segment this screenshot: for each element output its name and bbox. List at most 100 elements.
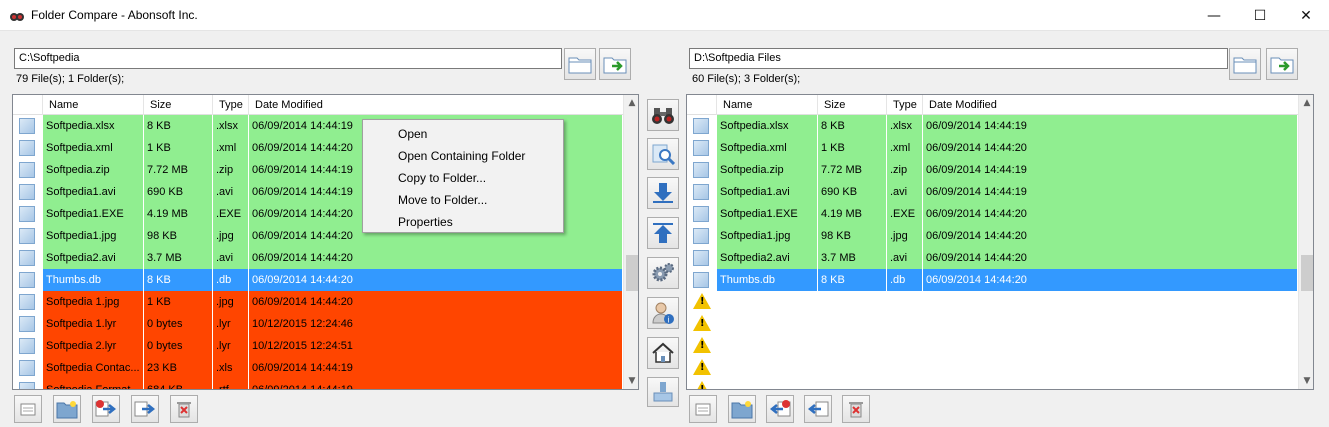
cell-name: Softpedia1.EXE bbox=[43, 203, 144, 225]
row-icon-cell bbox=[13, 335, 43, 357]
header-type[interactable]: Type bbox=[213, 95, 249, 115]
left-vertical-scrollbar[interactable]: ▲ ▼ bbox=[623, 95, 638, 389]
cell-date: 06/09/2014 14:44:20 bbox=[249, 269, 623, 291]
cell-size: 3.7 MB bbox=[144, 247, 213, 269]
cell-type: .avi bbox=[887, 181, 923, 203]
close-button[interactable]: ✕ bbox=[1283, 0, 1329, 31]
menu-item-open[interactable]: Open bbox=[363, 122, 563, 144]
row-icon-cell bbox=[687, 247, 717, 269]
table-row[interactable] bbox=[687, 313, 1298, 335]
file-icon bbox=[693, 118, 709, 134]
table-row[interactable]: Softpedia 1.lyr 0 bytes .lyr 10/12/2015 12:… bbox=[13, 313, 623, 335]
header-name[interactable]: Name bbox=[43, 95, 144, 115]
table-row[interactable]: Softpedia 1.jpg 1 KB .jpg 06/09/2014 14:44:… bbox=[13, 291, 623, 313]
right-copy-delete-button[interactable] bbox=[766, 395, 794, 423]
table-row[interactable]: Thumbs.db 8 KB .db 06/09/2014 14:44:20 bbox=[687, 269, 1298, 291]
left-copy-button[interactable] bbox=[131, 395, 159, 423]
table-row[interactable]: Softpedia.xml 1 KB .xml 06/09/2014 14:44:20 bbox=[687, 137, 1298, 159]
table-row[interactable]: Softpedia Format... 684 KB .rtf 06/09/2014 … bbox=[13, 379, 623, 389]
left-new-folder-button[interactable] bbox=[53, 395, 81, 423]
row-icon-cell bbox=[13, 137, 43, 159]
move-up-button[interactable] bbox=[647, 217, 679, 249]
right-go-folder-button[interactable] bbox=[1266, 48, 1298, 80]
right-delete-button[interactable] bbox=[842, 395, 870, 423]
file-icon bbox=[693, 140, 709, 156]
new-folder-icon bbox=[731, 401, 753, 419]
row-icon-cell bbox=[13, 247, 43, 269]
row-icon-cell bbox=[13, 269, 43, 291]
right-vertical-scrollbar[interactable]: ▲ ▼ bbox=[1298, 95, 1313, 389]
left-view-file-button[interactable] bbox=[14, 395, 42, 423]
right-new-folder-button[interactable] bbox=[728, 395, 756, 423]
table-row[interactable]: Thumbs.db 8 KB .db 06/09/2014 14:44:20 bbox=[13, 269, 623, 291]
cell-size: 0 bytes bbox=[144, 335, 213, 357]
header-size[interactable]: Size bbox=[144, 95, 213, 115]
menu-item-properties[interactable]: Properties bbox=[363, 210, 563, 232]
table-row[interactable]: Softpedia Contac... 23 KB .xls 06/09/2014 1… bbox=[13, 357, 623, 379]
find-button[interactable] bbox=[647, 138, 679, 170]
warning-icon bbox=[693, 359, 711, 375]
header-date-modified[interactable]: Date Modified bbox=[923, 95, 1298, 115]
left-delete-button[interactable] bbox=[170, 395, 198, 423]
cell-date: 06/09/2014 14:44:20 bbox=[923, 225, 1298, 247]
scroll-thumb[interactable] bbox=[1301, 255, 1313, 291]
left-path-input[interactable]: C:\Softpedia bbox=[14, 48, 562, 69]
scroll-down-arrow[interactable]: ▼ bbox=[1299, 373, 1313, 389]
left-copy-delete-button[interactable] bbox=[92, 395, 120, 423]
table-row[interactable] bbox=[687, 335, 1298, 357]
cell-type: .EXE bbox=[213, 203, 249, 225]
right-file-list[interactable]: Name Size Type Date Modified Softpedia.x… bbox=[686, 94, 1314, 390]
file-icon bbox=[19, 272, 35, 288]
cell-name: Softpedia Contac... bbox=[43, 357, 144, 379]
table-row[interactable]: Softpedia1.jpg 98 KB .jpg 06/09/2014 14:44:… bbox=[687, 225, 1298, 247]
cell-size: 7.72 MB bbox=[144, 159, 213, 181]
menu-item-move-to-folder[interactable]: Move to Folder... bbox=[363, 188, 563, 210]
scroll-down-arrow[interactable]: ▼ bbox=[624, 373, 638, 389]
header-type[interactable]: Type bbox=[887, 95, 923, 115]
cell-name: Softpedia 1.jpg bbox=[43, 291, 144, 313]
header-date-modified[interactable]: Date Modified bbox=[249, 95, 623, 115]
table-row[interactable]: Softpedia.zip 7.72 MB .zip 06/09/2014 14:44… bbox=[687, 159, 1298, 181]
menu-item-open-containing-folder[interactable]: Open Containing Folder bbox=[363, 144, 563, 166]
cell-name: Thumbs.db bbox=[43, 269, 144, 291]
header-size[interactable]: Size bbox=[818, 95, 887, 115]
move-down-button[interactable] bbox=[647, 177, 679, 209]
settings-button[interactable] bbox=[647, 257, 679, 289]
home-icon bbox=[652, 342, 674, 363]
right-view-file-button[interactable] bbox=[689, 395, 717, 423]
arrow-down-icon bbox=[653, 183, 673, 203]
row-icon-cell bbox=[13, 291, 43, 313]
cell-name: Softpedia1.jpg bbox=[717, 225, 818, 247]
export-button[interactable] bbox=[647, 377, 679, 407]
table-row[interactable]: Softpedia2.avi 3.7 MB .avi 06/09/2014 14:44… bbox=[13, 247, 623, 269]
right-browse-folder-button[interactable] bbox=[1229, 48, 1261, 80]
table-row[interactable] bbox=[687, 357, 1298, 379]
table-row[interactable]: Softpedia 2.lyr 0 bytes .lyr 10/12/2015 12:… bbox=[13, 335, 623, 357]
table-row[interactable]: Softpedia1.EXE 4.19 MB .EXE 06/09/2014 14:4… bbox=[687, 203, 1298, 225]
table-row[interactable]: Softpedia2.avi 3.7 MB .avi 06/09/2014 14:44… bbox=[687, 247, 1298, 269]
cell-name: Softpedia.zip bbox=[43, 159, 144, 181]
scroll-thumb[interactable] bbox=[626, 255, 638, 291]
left-browse-folder-button[interactable] bbox=[564, 48, 596, 80]
scroll-up-arrow[interactable]: ▲ bbox=[1299, 95, 1313, 112]
menu-item-copy-to-folder[interactable]: Copy to Folder... bbox=[363, 166, 563, 188]
compare-button[interactable] bbox=[647, 99, 679, 131]
home-button[interactable] bbox=[647, 337, 679, 369]
table-row[interactable]: Softpedia.xlsx 8 KB .xlsx 06/09/2014 14:44:… bbox=[687, 115, 1298, 137]
table-row[interactable]: Softpedia1.avi 690 KB .avi 06/09/2014 14:44… bbox=[687, 181, 1298, 203]
right-copy-button[interactable] bbox=[804, 395, 832, 423]
scroll-up-arrow[interactable]: ▲ bbox=[624, 95, 638, 112]
cell-name: Softpedia 2.lyr bbox=[43, 335, 144, 357]
maximize-button[interactable]: ☐ bbox=[1237, 0, 1283, 31]
table-row[interactable] bbox=[687, 379, 1298, 389]
left-go-folder-button[interactable] bbox=[599, 48, 631, 80]
about-button[interactable]: i bbox=[647, 297, 679, 329]
header-name[interactable]: Name bbox=[717, 95, 818, 115]
right-path-input[interactable]: D:\Softpedia Files bbox=[689, 48, 1228, 69]
minimize-button[interactable]: — bbox=[1191, 0, 1237, 31]
trash-icon bbox=[177, 402, 191, 418]
table-row[interactable] bbox=[687, 291, 1298, 313]
cell-size: 8 KB bbox=[144, 115, 213, 137]
cell-size: 684 KB bbox=[144, 379, 213, 389]
file-icon bbox=[693, 184, 709, 200]
